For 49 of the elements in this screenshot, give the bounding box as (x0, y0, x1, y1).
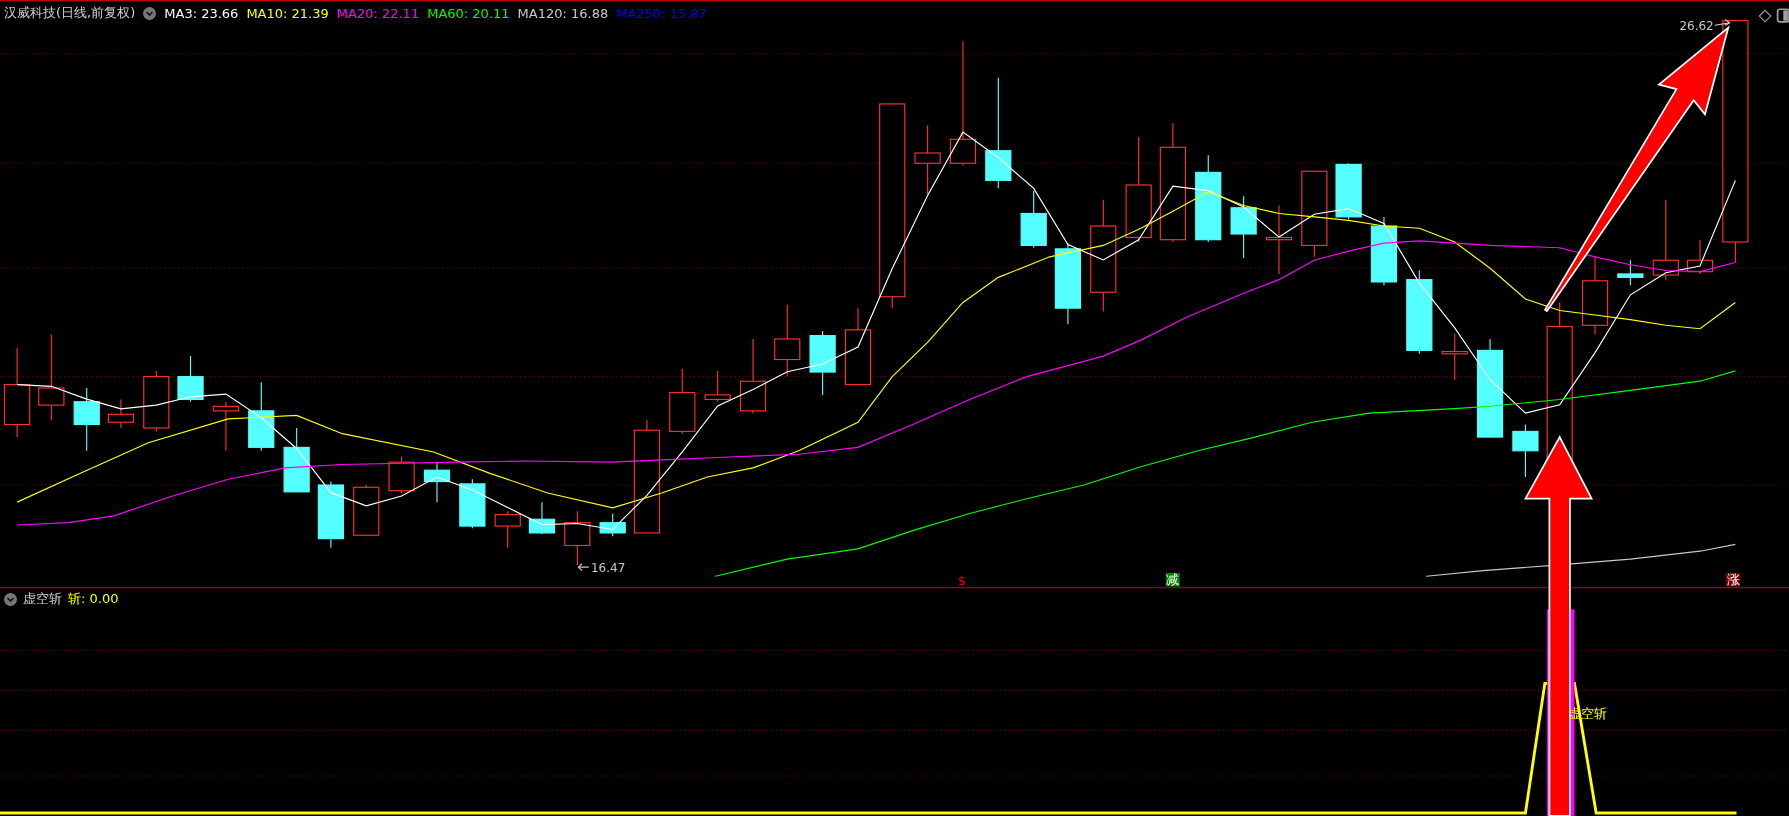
candlestick (1265, 204, 1293, 275)
candlestick (528, 501, 556, 535)
candlestick (809, 330, 836, 396)
panel-toggle-icon[interactable] (1776, 8, 1789, 23)
candlestick (669, 368, 696, 435)
candlestick (107, 398, 135, 429)
arrow-icon (577, 563, 590, 572)
candlestick (143, 370, 170, 432)
indicator-value: MA120: 16.88 (517, 5, 609, 21)
candlestick (1370, 216, 1398, 286)
candlestick (1686, 239, 1714, 275)
chart-title: 汉威科技(日线,前复权) (4, 4, 136, 22)
dropdown-icon[interactable] (4, 592, 17, 606)
candlestick (494, 510, 521, 549)
candlestick (388, 455, 415, 494)
candlestick (1335, 162, 1362, 220)
indicator-value: 斩: 0.00 (68, 590, 119, 608)
candlestick (73, 387, 100, 452)
dropdown-icon[interactable] (143, 6, 157, 20)
candlestick (1512, 423, 1539, 478)
signal-mark: 涨 (1726, 572, 1740, 588)
indicator-title: 虚空斩 (23, 590, 62, 608)
candlestick (914, 125, 941, 195)
candlestick (599, 512, 626, 537)
candlestick (564, 510, 591, 566)
indicator-value: MA60: 20.11 (427, 5, 510, 21)
candlestick (459, 478, 486, 529)
candlestick (212, 401, 240, 452)
candlestick (423, 461, 451, 503)
candlestick (177, 355, 204, 403)
candlestick (353, 484, 380, 537)
candlestick (1020, 190, 1047, 249)
high-price-label: 26.62 (1679, 18, 1714, 33)
candlestick (283, 427, 310, 493)
candlestick (704, 370, 731, 403)
low-price-label: 16.47 (591, 560, 626, 575)
candlestick (1617, 259, 1644, 286)
indicator-value: MA250: 15.87 (616, 5, 707, 21)
arrow-icon (1714, 18, 1731, 26)
signal-mark: $ (958, 573, 966, 589)
candlestick (248, 381, 275, 452)
candlestick (317, 481, 344, 549)
candlestick (1441, 332, 1468, 381)
signal-mark: 减 (1166, 572, 1180, 588)
indicator-value: MA20: 22.11 (336, 5, 420, 21)
diamond-icon[interactable] (1758, 9, 1772, 23)
indicator-value: MA10: 21.39 (246, 5, 329, 21)
indicator-value: MA3: 23.66 (164, 5, 239, 21)
candlestick (1230, 195, 1257, 259)
